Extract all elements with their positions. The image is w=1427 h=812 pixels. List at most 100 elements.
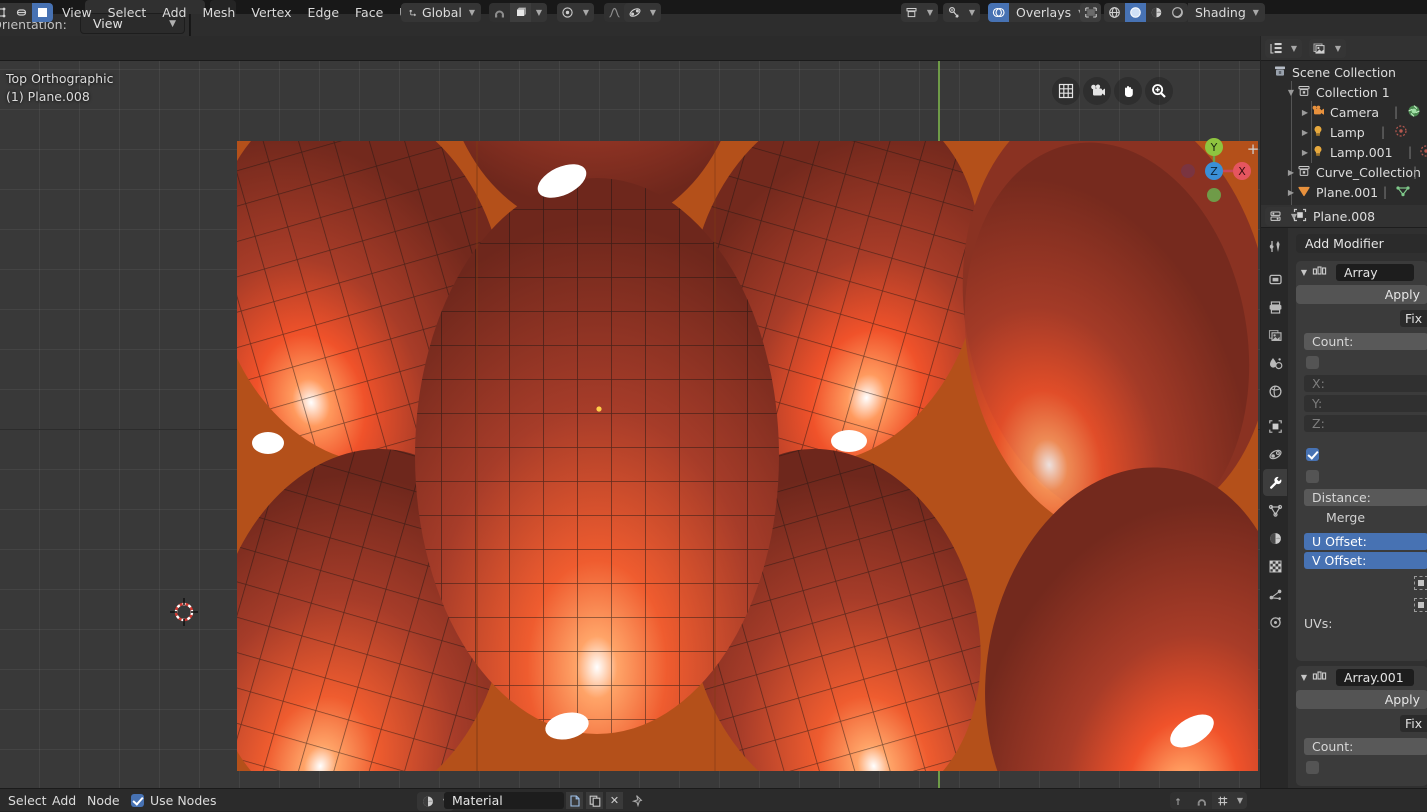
properties-tab-scene[interactable]	[1263, 350, 1287, 377]
properties-tab-modifiers[interactable]	[1263, 469, 1287, 496]
shading-material-preview-button[interactable]	[1146, 3, 1167, 22]
menu-face[interactable]: Face	[347, 3, 391, 22]
overlays-dropdown[interactable]: Overlays ▼	[1009, 3, 1091, 22]
count-field-2[interactable]: Count:	[1304, 738, 1427, 755]
modifier-name-array-001[interactable]: Array.001	[1336, 668, 1414, 686]
outliner-display-mode-chevron[interactable]: ▼	[1286, 39, 1302, 58]
shading-rendered-button[interactable]	[1167, 3, 1188, 22]
outliner-filter-chevron[interactable]: ▼	[1330, 39, 1346, 58]
u-offset-field[interactable]: U Offset:	[1304, 533, 1427, 550]
mirror-button[interactable]	[624, 3, 645, 22]
pivot-point-button[interactable]	[557, 3, 578, 22]
snap-target-button[interactable]	[510, 3, 531, 22]
light-data-icon[interactable]	[1419, 144, 1427, 161]
overlays-toggle-button[interactable]	[988, 3, 1009, 22]
copy-material-icon[interactable]	[586, 792, 603, 809]
constant-offset-z-field[interactable]: Z:	[1304, 415, 1427, 432]
outliner-row-plane-001[interactable]: ▶ Plane.001 |	[1261, 182, 1427, 202]
mirror-chevron[interactable]: ▼	[645, 3, 661, 22]
properties-tab-object[interactable]	[1263, 413, 1287, 440]
disclosure-triangle-icon[interactable]: ▶	[1285, 188, 1297, 197]
apply-modifier-button-2[interactable]: Apply	[1296, 690, 1427, 709]
visibility-chevron[interactable]: ▼	[922, 3, 938, 22]
fit-type-dropdown-2[interactable]: Fix	[1400, 715, 1427, 732]
properties-tab-tool[interactable]	[1263, 233, 1287, 260]
viewport-sidebar-toggle[interactable]: +	[1244, 141, 1260, 159]
xray-toggle-button[interactable]	[1080, 3, 1101, 22]
camera-data-icon[interactable]	[1407, 104, 1421, 121]
material-sphere-icon[interactable]	[417, 792, 438, 811]
properties-tab-physics[interactable]	[1263, 441, 1287, 468]
camera-view-icon[interactable]	[1083, 77, 1111, 105]
properties-tab-render[interactable]	[1263, 266, 1287, 293]
shading-wireframe-button[interactable]	[1104, 3, 1125, 22]
merge-checkbox[interactable]	[1306, 448, 1319, 461]
object-types-visibility-button[interactable]	[901, 3, 922, 22]
light-data-icon[interactable]	[1394, 124, 1408, 141]
outliner-row-lamp-001[interactable]: ▶ Lamp.001 |	[1261, 142, 1427, 162]
material-name-field[interactable]: Material	[444, 792, 564, 809]
snap-chevron[interactable]: ▼	[1233, 792, 1247, 809]
start-cap-object-field[interactable]	[1414, 576, 1427, 590]
shading-solid-button[interactable]	[1125, 3, 1146, 22]
distance-field[interactable]: Distance:	[1304, 489, 1427, 506]
bottom-menu-select[interactable]: Select	[8, 789, 47, 812]
3d-viewport[interactable]: Top Orthographic (1) Plane.008 Y X Z +	[0, 61, 1260, 788]
unlink-x-icon[interactable]: ✕	[606, 792, 623, 809]
properties-editor-icon[interactable]	[1265, 207, 1286, 226]
mesh-data-icon[interactable]	[1395, 184, 1411, 201]
edge-select-button[interactable]	[11, 3, 32, 22]
outliner-row-lamp[interactable]: ▶ Lamp |	[1261, 122, 1427, 142]
menu-mesh[interactable]: Mesh	[194, 3, 243, 22]
mesh-object-plane[interactable]	[237, 141, 1258, 771]
bottom-menu-node[interactable]: Node	[87, 789, 120, 812]
end-cap-object-field[interactable]	[1414, 598, 1427, 612]
gizmo-chevron[interactable]: ▼	[964, 3, 980, 22]
disclosure-triangle-icon[interactable]: ▶	[1299, 128, 1311, 137]
properties-tab-view-layer[interactable]	[1263, 322, 1287, 349]
constant-offset-y-field[interactable]: Y:	[1304, 395, 1427, 412]
bottom-menu-add[interactable]: Add	[52, 789, 76, 812]
constant-offset-checkbox-2[interactable]	[1306, 761, 1319, 774]
disclosure-triangle-icon[interactable]: ▼	[1296, 268, 1312, 277]
pin-icon[interactable]	[630, 792, 647, 809]
transform-orientation-dropdown[interactable]: Global ▼	[401, 3, 481, 22]
outliner-display-mode-icon[interactable]	[1265, 39, 1286, 58]
first-last-checkbox[interactable]	[1306, 470, 1319, 483]
outliner-row-camera[interactable]: ▶ Camera |	[1261, 102, 1427, 122]
navigation-gizmo[interactable]: Y X Z	[1176, 133, 1252, 209]
constant-offset-checkbox[interactable]	[1306, 356, 1319, 369]
shading-dropdown[interactable]: Shading ▼	[1188, 3, 1265, 22]
pivot-chevron[interactable]: ▼	[578, 3, 594, 22]
snap-magnet-toggle[interactable]	[489, 3, 510, 22]
disclosure-triangle-icon[interactable]: ▼	[1285, 88, 1297, 97]
properties-tab-texture[interactable]	[1263, 553, 1287, 580]
v-offset-field[interactable]: V Offset:	[1304, 552, 1427, 569]
add-modifier-button[interactable]: Add Modifier	[1296, 234, 1427, 253]
modifier-header-array-001[interactable]: ▼ Array.001	[1296, 666, 1427, 688]
modifier-name-array[interactable]: Array	[1336, 263, 1414, 281]
menu-view[interactable]: View	[54, 3, 100, 22]
properties-tab-particles[interactable]	[1263, 497, 1287, 524]
snap-magnet-icon[interactable]	[1191, 792, 1212, 809]
modifier-header-array[interactable]: ▼ Array	[1296, 261, 1427, 283]
properties-tab-constraints[interactable]	[1263, 581, 1287, 608]
outliner-row-curve-collection[interactable]: ▶ Curve_Collection |	[1261, 162, 1427, 182]
grid-toggle-icon[interactable]	[1052, 77, 1080, 105]
gizmo-toggle-button[interactable]	[943, 3, 964, 22]
snap-options-chevron[interactable]: ▼	[531, 3, 547, 22]
fit-type-dropdown[interactable]: Fix	[1400, 310, 1427, 327]
snap-node-element-icon[interactable]	[1212, 792, 1233, 809]
apply-modifier-button[interactable]: Apply	[1296, 285, 1427, 304]
properties-tab-output[interactable]	[1263, 294, 1287, 321]
constant-offset-x-field[interactable]: X:	[1304, 375, 1427, 392]
zoom-view-icon[interactable]	[1145, 77, 1173, 105]
properties-tab-world[interactable]	[1263, 378, 1287, 405]
menu-edge[interactable]: Edge	[300, 3, 347, 22]
count-field[interactable]: Count:	[1304, 333, 1427, 350]
face-select-button[interactable]	[32, 3, 53, 22]
properties-tab-object-data[interactable]	[1263, 609, 1287, 636]
pan-view-icon[interactable]	[1114, 77, 1142, 105]
use-nodes-checkbox[interactable]	[131, 794, 144, 807]
proportional-edit-button[interactable]	[604, 3, 625, 22]
